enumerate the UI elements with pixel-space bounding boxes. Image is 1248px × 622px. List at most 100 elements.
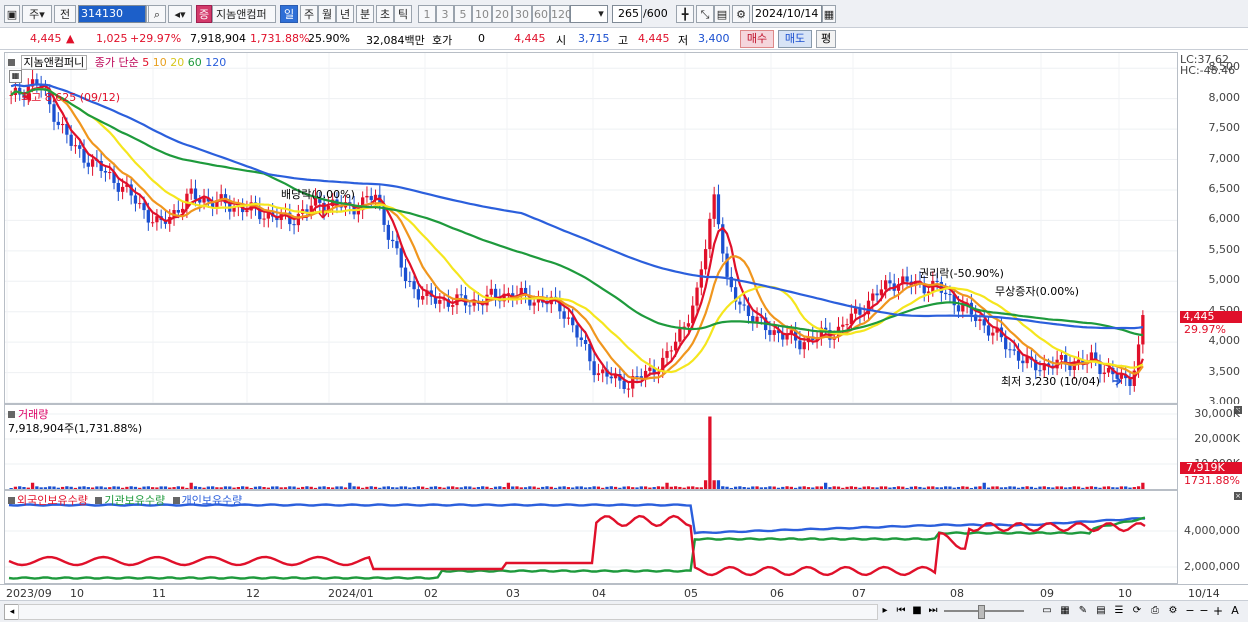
gear-icon[interactable]: ⚙ [732,5,750,23]
refresh-icon[interactable]: ⟳ [1130,604,1144,618]
volume-bar [386,486,391,489]
candle-body [262,218,266,220]
volume-bar [738,486,742,489]
interval-button-4[interactable]: 20 [492,5,512,23]
volume-bar [1029,486,1034,489]
interval-button-5[interactable]: 30 [512,5,532,23]
interval-button-3[interactable]: 10 [472,5,492,23]
scrollbar-track[interactable] [18,604,878,620]
interval-button-1[interactable]: 3 [436,5,454,23]
candle-body [305,209,309,212]
trade-amount: 32,084백만 [366,34,425,47]
volume-bar [335,486,339,489]
volume-bar [108,487,112,489]
interval-button-7[interactable]: 120 [550,5,572,23]
candle-body [395,241,399,249]
volume-bar [759,487,763,489]
volume-bar [90,487,95,489]
legend-stock-name[interactable]: 지놈앤컴퍼니 [20,55,88,70]
legend-ma-120: 120 [205,56,227,69]
candle-body [678,328,682,342]
candle-body [52,104,56,122]
x-tick-label: 2023/09 [6,587,52,600]
prev-button[interactable]: 전 [54,5,76,23]
period-select[interactable]: 주▾ [22,5,52,23]
search-icon[interactable]: ⌕ [148,5,166,23]
tab-5[interactable]: 초 [376,5,394,23]
stock-code-input[interactable]: 314130 [78,5,146,23]
tab-2[interactable]: 월 [318,5,336,23]
tab-0[interactable]: 일 [280,5,298,23]
volume-bar [1081,487,1085,489]
list-icon[interactable]: ☰ [1112,604,1126,618]
interval-button-2[interactable]: 5 [454,5,472,23]
draw-icon[interactable]: ✎ [1076,604,1090,618]
grid-icon[interactable]: ▦ [1058,604,1072,618]
speaker-icon[interactable]: ◂▾ [168,5,192,23]
window-menu-icon[interactable]: ▣ [4,5,20,23]
interval-button-0[interactable]: 1 [418,5,436,23]
candle-type-icon[interactable]: ╋ [676,5,694,23]
indicator-toggle-icon[interactable]: ▦ [9,70,22,83]
volume-bar [815,486,819,489]
calendar-icon[interactable]: ▦ [822,5,836,23]
volume-bar [982,482,986,489]
low-label: 저 [678,34,689,47]
candle-body [738,301,742,305]
print-icon[interactable]: ⎙ [1148,604,1162,618]
count-input[interactable]: 265 [612,5,642,23]
tab-4[interactable]: 분 [356,5,374,23]
candle-body [575,325,579,338]
tab-6[interactable]: 틱 [394,5,412,23]
settings-icon[interactable]: ⚙ [1166,604,1180,618]
x-tick-label: 08 [950,587,964,600]
volume-bar [498,486,502,489]
candle-body [292,224,296,226]
volume-bar [828,487,832,489]
interval-button-6[interactable]: 60 [532,5,550,23]
volume-bar [18,486,22,489]
scroll-right-icon[interactable]: ▸ [878,604,892,618]
rewind-icon[interactable]: ⏮ [894,604,908,618]
close-icon[interactable]: × [1234,492,1242,500]
tab-1[interactable]: 주 [300,5,318,23]
crosshair-icon[interactable]: ⤡ [696,5,714,23]
candle-body [991,332,995,336]
sell-button[interactable]: 매도 [778,30,812,48]
candle-body [489,288,493,295]
candle-body [635,376,639,378]
volume-bar [549,486,553,489]
save-icon[interactable]: ▤ [714,5,730,23]
period-select-label: 주 [29,8,40,21]
table-icon[interactable]: ▤ [1094,604,1108,618]
font-size-icon[interactable]: A [1228,604,1242,618]
volume-bar [373,486,378,489]
volume-bar [763,487,768,489]
volume-bar [626,486,631,489]
fit-icon[interactable]: ▭ [1040,604,1054,618]
candle-body [138,203,142,205]
fast-forward-icon[interactable]: ⏭ [926,604,940,618]
date-input[interactable]: 2024/10/14 [752,5,822,23]
volume-bar [365,486,369,489]
volume-bar [819,486,823,489]
volume-bar [609,486,613,489]
volume-value: 7,918,904 [190,32,246,45]
volume-bar [116,486,120,489]
volume-panel: 거래량 7,918,904주(1,731.88%) [4,404,1178,490]
tab-3[interactable]: 년 [336,5,354,23]
volume-bar [1119,486,1124,489]
dash-icon[interactable]: − [1184,604,1196,618]
volume-bar [776,487,781,489]
volume-bar [579,486,583,489]
zoom-in-icon[interactable]: + [1212,604,1224,618]
zoom-out-icon[interactable]: − [1198,604,1210,618]
avg-button[interactable]: 평 [816,30,836,48]
stop-icon[interactable]: ■ [910,604,924,618]
volume-bar [446,486,451,489]
candle-body [884,280,888,290]
legend-ma-60: 60 [187,56,202,69]
interval-dropdown-icon[interactable]: ▾ [594,5,608,23]
zoom-slider-thumb[interactable] [978,605,985,619]
buy-button[interactable]: 매수 [740,30,774,48]
